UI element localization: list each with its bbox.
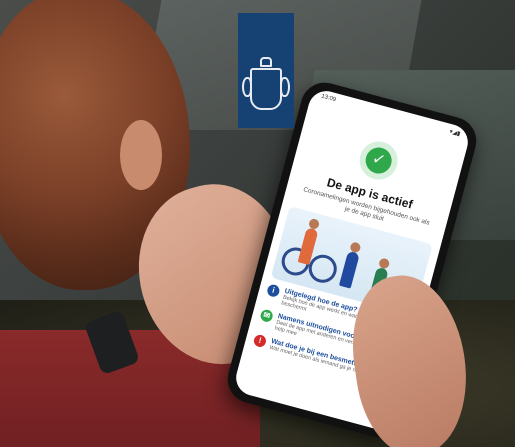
shield-icon bbox=[250, 68, 282, 110]
warning-icon: ! bbox=[252, 333, 268, 349]
person-ear bbox=[120, 120, 162, 190]
info-icon: i bbox=[266, 283, 281, 298]
lion-icon bbox=[280, 77, 290, 97]
crown-icon bbox=[260, 57, 272, 67]
person-walking bbox=[338, 250, 360, 289]
chat-icon: ✉ bbox=[259, 308, 275, 324]
rijksoverheid-logo bbox=[238, 13, 294, 128]
check-icon: ✓ bbox=[362, 144, 395, 177]
status-time: 13:09 bbox=[320, 93, 337, 104]
status-icons: ▾◢▮ bbox=[448, 128, 461, 138]
photo: 13:09 ▾◢▮ ✓ De app is actief Coronamelin… bbox=[0, 0, 515, 447]
